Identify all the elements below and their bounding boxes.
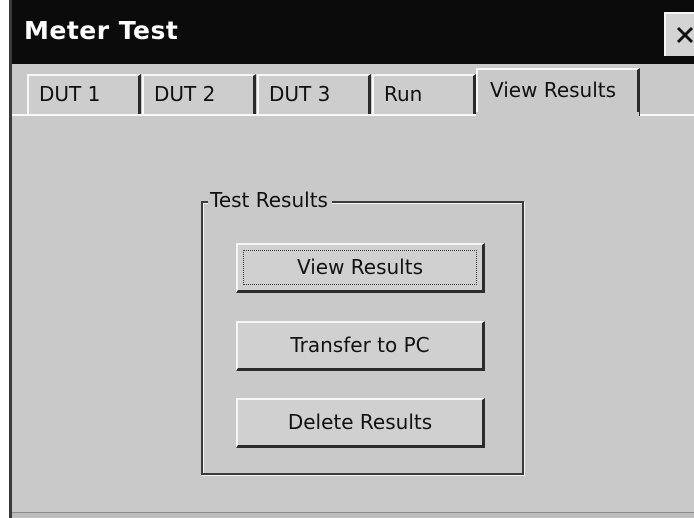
title-bar[interactable]: Meter Test	[12, 0, 694, 64]
view-results-button[interactable]: View Results	[236, 243, 485, 293]
close-button[interactable]	[664, 12, 694, 56]
test-results-group-title: Test Results	[208, 188, 332, 212]
view-results-button-label: View Results	[296, 255, 424, 279]
meter-test-window: Meter Test DUT 1 DUT 2 DUT 3 Run View Re…	[0, 0, 694, 518]
window-title: Meter Test	[24, 16, 179, 45]
transfer-to-pc-button-label: Transfer to PC	[290, 333, 430, 357]
delete-results-button-label: Delete Results	[287, 410, 433, 434]
tab-dut-3[interactable]: DUT 3	[257, 74, 371, 114]
tab-strip: DUT 1 DUT 2 DUT 3 Run View Results	[12, 64, 694, 116]
delete-results-button[interactable]: Delete Results	[236, 398, 485, 448]
tab-view-results[interactable]: View Results	[476, 68, 640, 116]
window-bottom-edge	[12, 512, 694, 518]
tab-dut-1[interactable]: DUT 1	[27, 74, 141, 114]
active-tab-gap	[476, 112, 639, 117]
tab-dut-2[interactable]: DUT 2	[142, 74, 256, 114]
transfer-to-pc-button[interactable]: Transfer to PC	[236, 321, 485, 371]
window-left-edge	[0, 0, 12, 518]
tab-run[interactable]: Run	[372, 74, 476, 114]
close-icon	[674, 24, 694, 46]
